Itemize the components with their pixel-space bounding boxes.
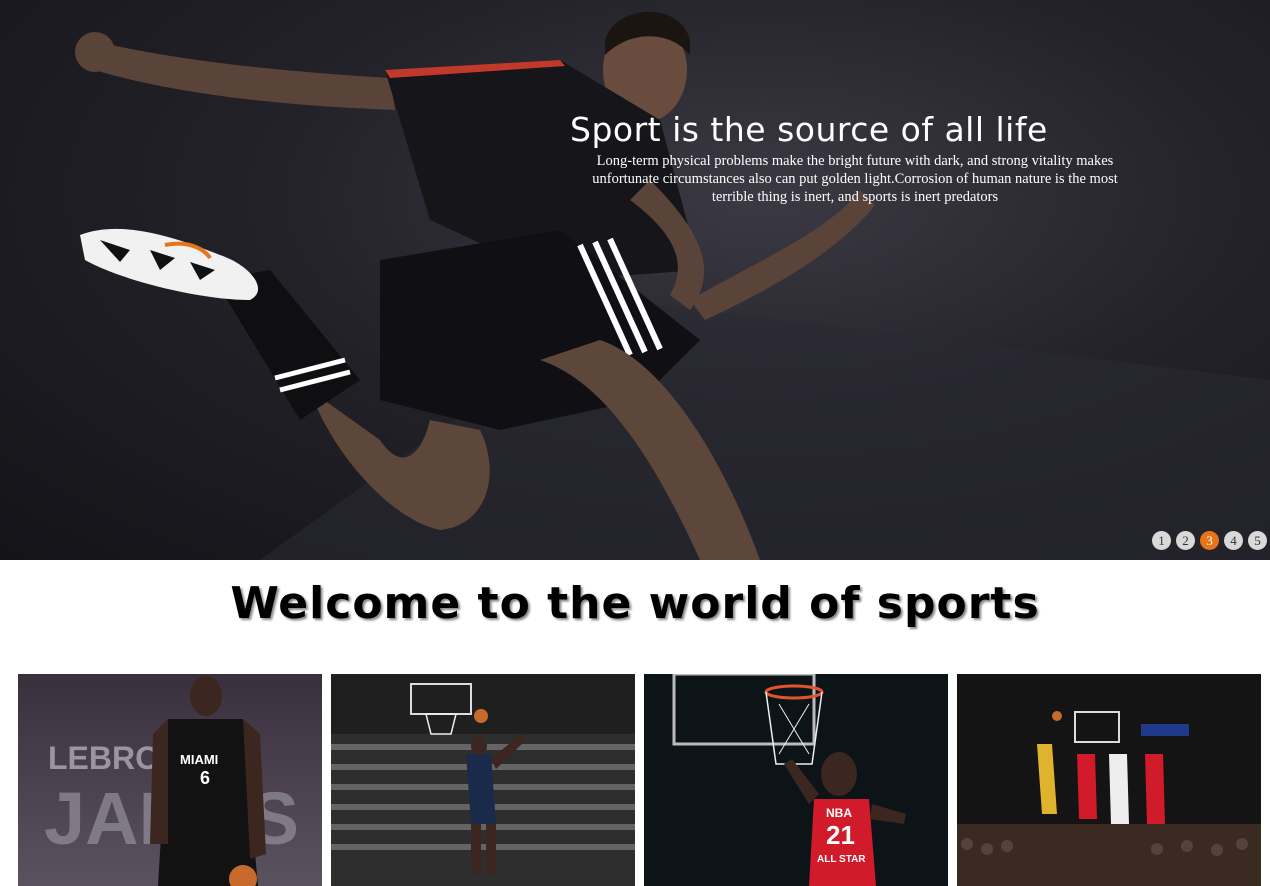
allstar-jersey-number: 21 [826,820,855,850]
slide-dot-5[interactable]: 5 [1248,531,1267,550]
allstar-jersey-sub: ALL STAR [817,854,866,865]
game-shot-card[interactable] [957,674,1261,886]
lebron-jersey-team: MIAMI [180,752,218,767]
slide-dot-3[interactable]: 3 [1200,531,1219,550]
dunk-arena-card[interactable] [331,674,635,886]
slide-dot-1[interactable]: 1 [1152,531,1171,550]
hero-description: Long-term physical problems make the bri… [592,153,1118,205]
allstar-dunk-card[interactable]: NBA 21 ALL STAR [644,674,948,886]
hero-athlete-image [75,11,1270,560]
photo-gallery: LEBRON JAMES MIAMI 6 [18,674,1261,886]
slide-dot-2[interactable]: 2 [1176,531,1195,550]
hero-title: Sport is the source of all life [570,110,1048,149]
hero-slider: Sport is the source of all life Long-ter… [0,0,1270,560]
slider-pagination: 1 2 3 4 5 [1152,531,1267,550]
allstar-jersey-team: NBA [826,806,852,820]
lebron-jersey-number: 6 [200,768,210,788]
welcome-heading: Welcome to the world of sports [230,578,1040,629]
lebron-james-card[interactable]: LEBRON JAMES MIAMI 6 [18,674,322,886]
slide-dot-4[interactable]: 4 [1224,531,1243,550]
